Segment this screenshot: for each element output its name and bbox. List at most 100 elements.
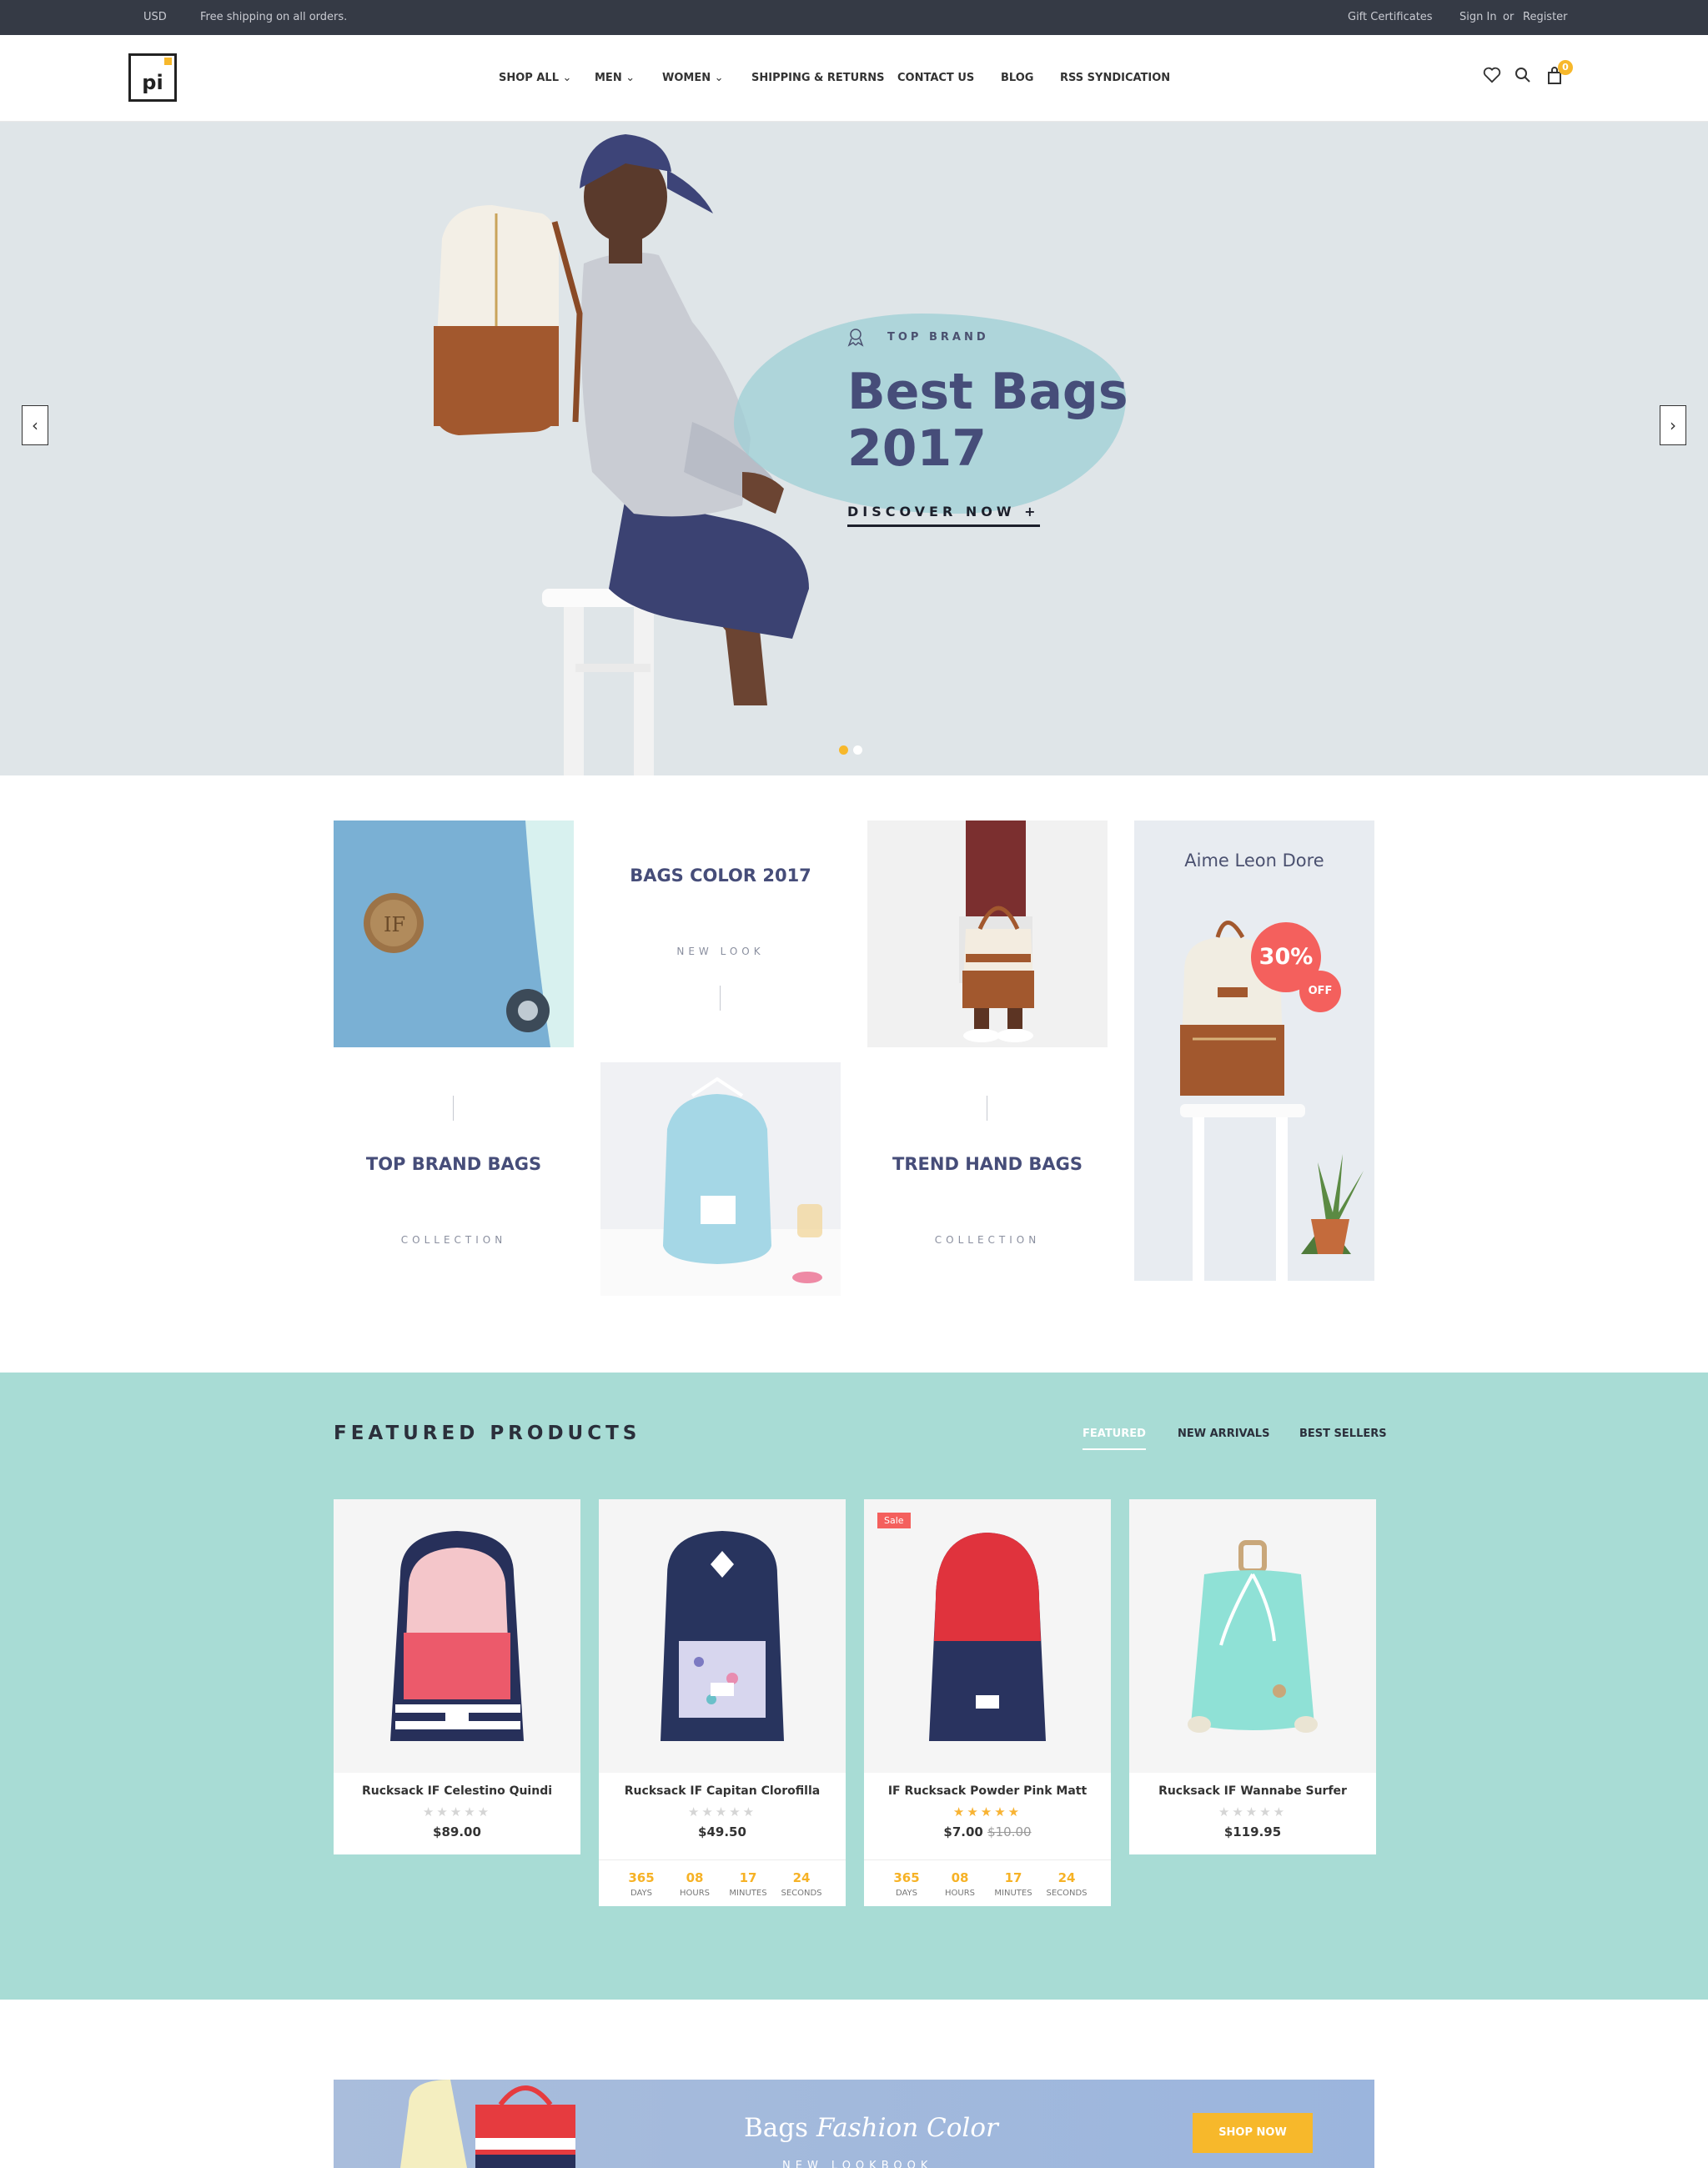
product-image[interactable] xyxy=(1129,1499,1376,1773)
nav-blog[interactable]: BLOG xyxy=(1001,72,1033,84)
countdown-label: MINUTES xyxy=(994,1889,1032,1898)
product-card[interactable]: Rucksack IF Celestino Quindi ★★★★★ $89.0… xyxy=(334,1499,580,1854)
countdown-label: DAYS xyxy=(630,1889,653,1898)
nav-shop-all[interactable]: SHOP ALL ⌄ xyxy=(499,72,571,84)
fashion-color-banner[interactable]: Bags Fashion Color NEW LOOKBOOK SHOP NOW xyxy=(334,2080,1374,2168)
countdown-label: DAYS xyxy=(895,1889,918,1898)
gift-certificates-link[interactable]: Gift Certificates xyxy=(1348,11,1433,23)
collection-sub-collection: COLLECTION xyxy=(934,1234,1041,1246)
sale-badge: Sale xyxy=(877,1513,911,1528)
countdown-days: 365 DAYS xyxy=(615,1870,667,1898)
product-name[interactable]: Rucksack IF Wannabe Surfer xyxy=(1129,1784,1376,1799)
award-icon xyxy=(847,329,864,347)
product-card[interactable]: Sale IF Rucksack Powder Pink Matt ★★★★★ … xyxy=(864,1499,1111,1906)
top-bar: USD Free shipping on all orders. Gift Ce… xyxy=(0,0,1708,35)
product-name[interactable]: Rucksack IF Celestino Quindi xyxy=(334,1784,580,1799)
collection-image-drawstring[interactable] xyxy=(600,1062,841,1296)
banner-title-plain: Bags xyxy=(744,2113,809,2143)
search-icon[interactable] xyxy=(1515,67,1531,83)
collection-image-tote[interactable] xyxy=(867,821,1108,1047)
product-image[interactable]: Sale xyxy=(864,1499,1111,1773)
rating-stars: ★★★★★ xyxy=(422,1804,492,1819)
countdown-value: 08 xyxy=(686,1870,704,1885)
hero-title: Best Bags 2017 xyxy=(847,363,1128,478)
tab-best-sellers[interactable]: BEST SELLERS xyxy=(1299,1428,1387,1440)
product-price: $7.00 $10.00 xyxy=(864,1824,1111,1841)
featured-title: FEATURED PRODUCTS xyxy=(334,1423,641,1444)
countdown-value: 24 xyxy=(1057,1870,1076,1885)
countdown-value: 08 xyxy=(951,1870,969,1885)
countdown-label: MINUTES xyxy=(729,1889,767,1898)
promo-aime-leon-dore[interactable]: Aime Leon Dore 30% OFF xyxy=(1134,821,1374,1281)
product-price: $119.95 xyxy=(1129,1824,1376,1841)
hero-discover-button[interactable]: DISCOVER NOW + xyxy=(847,504,1040,527)
product-card[interactable]: Rucksack IF Wannabe Surfer ★★★★★ $119.95 xyxy=(1129,1499,1376,1854)
collection-title-bags-color[interactable]: BAGS COLOR 2017 xyxy=(600,862,841,889)
product-image[interactable] xyxy=(334,1499,580,1773)
featured-products-section: FEATURED PRODUCTS FEATURED NEW ARRIVALS … xyxy=(0,1373,1708,2000)
svg-text:IF: IF xyxy=(384,913,405,936)
collection-sub-collection: COLLECTION xyxy=(400,1234,507,1246)
striped-backpack-image xyxy=(390,1531,524,1741)
denim-bag-closeup-image: IF xyxy=(334,821,574,1047)
countdown-hours: 08 HOURS xyxy=(934,1870,986,1898)
countdown-value: 17 xyxy=(739,1870,757,1885)
slider-dot[interactable] xyxy=(853,745,862,755)
nav-men[interactable]: MEN ⌄ xyxy=(595,72,635,84)
heart-icon[interactable] xyxy=(1483,67,1501,83)
nav-rss-syndication[interactable]: RSS SYNDICATION xyxy=(1060,72,1170,84)
chevron-down-icon: ⌄ xyxy=(714,72,724,84)
product-name[interactable]: Rucksack IF Capitan Clorofilla xyxy=(599,1784,846,1799)
old-price: $10.00 xyxy=(987,1824,1032,1839)
rating-stars: ★★★★★ xyxy=(687,1804,757,1819)
price-value: $7.00 xyxy=(943,1824,983,1839)
nav-women[interactable]: WOMEN ⌄ xyxy=(662,72,724,84)
product-price: $49.50 xyxy=(599,1824,846,1841)
slider-dot-active[interactable] xyxy=(839,745,848,755)
rating-stars: ★★★★★ xyxy=(952,1804,1022,1819)
main-nav: SHOP ALL ⌄ MEN ⌄ WOMEN ⌄ SHIPPING & RETU… xyxy=(0,72,1708,88)
collection-sub-new-look: NEW LOOK xyxy=(676,946,765,957)
collection-title-top-brand[interactable]: TOP BRAND BAGS xyxy=(334,1151,574,1177)
mint-gymsack-image xyxy=(1188,1540,1318,1733)
nav-label: SHOP ALL xyxy=(499,72,559,84)
navy-floral-backpack-image xyxy=(661,1531,784,1741)
logo-accent-square xyxy=(164,58,172,65)
promo-backpack-image xyxy=(1134,821,1374,1281)
product-price: $89.00 xyxy=(334,1824,580,1841)
product-name[interactable]: IF Rucksack Powder Pink Matt xyxy=(864,1784,1111,1799)
product-card[interactable]: Rucksack IF Capitan Clorofilla ★★★★★ $49… xyxy=(599,1499,846,1906)
collection-image-denim[interactable]: IF xyxy=(334,821,574,1047)
collection-title-trend-hand[interactable]: TREND HAND BAGS xyxy=(867,1151,1108,1177)
banner-bags-image xyxy=(400,2080,575,2168)
countdown-days: 365 DAYS xyxy=(881,1870,932,1898)
tab-featured[interactable]: FEATURED xyxy=(1083,1428,1146,1450)
nav-label: MEN xyxy=(595,72,622,84)
off-badge: OFF xyxy=(1299,971,1341,1012)
countdown-seconds: 24 SECONDS xyxy=(1041,1870,1093,1898)
hero-next-arrow[interactable]: › xyxy=(1660,405,1686,445)
price-value: $49.50 xyxy=(698,1824,746,1839)
hero-prev-arrow[interactable]: ‹ xyxy=(22,405,48,445)
shop-now-button[interactable]: SHOP NOW xyxy=(1193,2113,1313,2153)
tab-new-arrivals[interactable]: NEW ARRIVALS xyxy=(1178,1428,1269,1440)
off-label: OFF xyxy=(1308,985,1333,997)
hero-slider: ‹ › TOP BRAND Best Bags 2017 DISCOVER NO… xyxy=(0,122,1708,775)
currency-selector[interactable]: USD xyxy=(143,11,167,23)
product-image[interactable] xyxy=(599,1499,846,1773)
chevron-left-icon: ‹ xyxy=(32,415,38,435)
nav-contact-us[interactable]: CONTACT US xyxy=(897,72,974,84)
banner-title-italic: Fashion Color xyxy=(816,2113,998,2143)
countdown-value: 17 xyxy=(1004,1870,1022,1885)
countdown-label: HOURS xyxy=(679,1889,710,1898)
discount-value: 30% xyxy=(1258,944,1314,970)
countdown-value: 24 xyxy=(792,1870,811,1885)
countdown-hours: 08 HOURS xyxy=(669,1870,721,1898)
nav-shipping-returns[interactable]: SHIPPING & RETURNS xyxy=(751,72,884,84)
countdown-label: SECONDS xyxy=(781,1889,822,1898)
cart-count-badge: 0 xyxy=(1558,60,1573,75)
sign-in-link[interactable]: Sign In xyxy=(1459,11,1497,23)
drawstring-bag-image xyxy=(600,1062,841,1296)
register-link[interactable]: Register xyxy=(1523,11,1568,23)
hero-subtitle: TOP BRAND xyxy=(887,331,989,344)
